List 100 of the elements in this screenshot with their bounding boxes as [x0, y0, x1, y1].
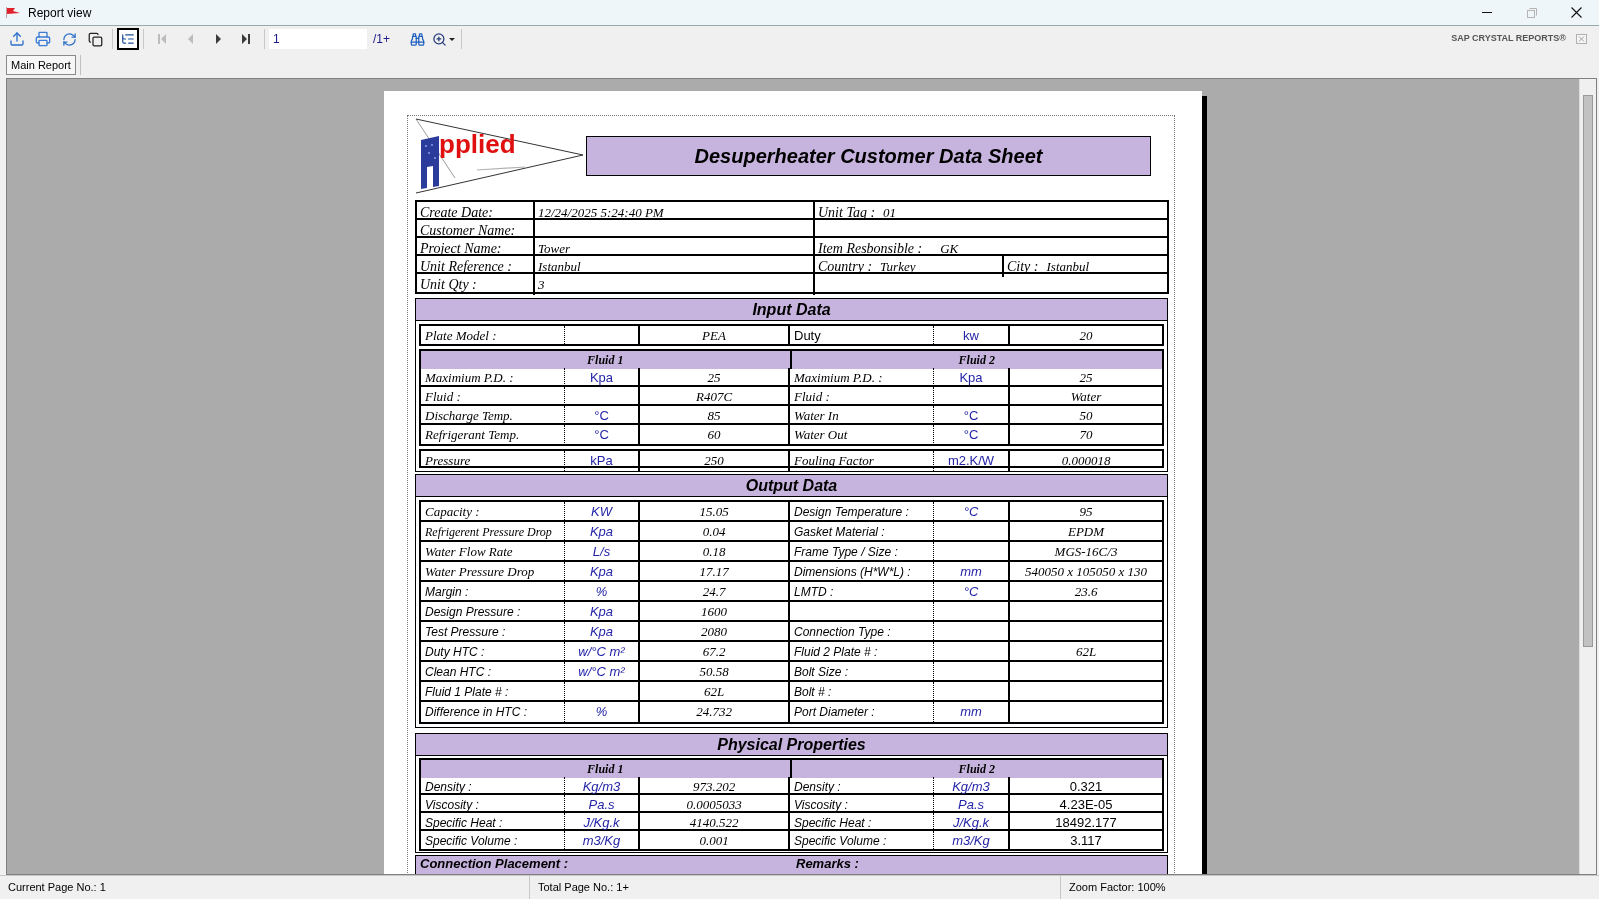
value-cell-text: Water [1069, 388, 1103, 406]
unit-cell: m3/Kg [565, 831, 640, 851]
label-cell: Project Name: [417, 238, 535, 259]
value-cell: 2080 [640, 622, 790, 642]
refresh-icon [61, 31, 77, 47]
value-cell-text: 62L [1074, 643, 1098, 661]
unit-cell: kPa [565, 451, 640, 471]
vertical-scrollbar[interactable] [1579, 79, 1596, 874]
value-cell: Istanbul [535, 256, 815, 277]
value-cell: 0.0005033 [640, 795, 790, 815]
label-cell: LMTD : [790, 582, 934, 602]
unit-cell: m3/Kg [934, 831, 1010, 851]
label-cell: Fluid 1 Plate # : [421, 682, 565, 702]
label-cell: Water Pressure Drop [421, 562, 565, 582]
label-cell: Unit Qty : [417, 274, 535, 295]
unit-cell: °C [934, 582, 1010, 602]
label-cell: Gasket Material : [790, 522, 934, 542]
section-heading: Connection Placement : [419, 856, 570, 873]
triangle-left-icon [187, 34, 193, 44]
value-cell: 50.58 [640, 662, 790, 682]
value-cell-text: MGS-16C/3 [1053, 543, 1119, 561]
report-tab[interactable]: Main Report [6, 55, 76, 75]
binoculars-icon [409, 31, 425, 47]
fluid-header: Fluid 1 [421, 351, 792, 369]
unit-cell: Kpa [565, 602, 640, 622]
value-cell: 17.17 [640, 562, 790, 582]
label-cell: Water Out [790, 425, 934, 445]
upload-icon [9, 31, 25, 47]
unit-cell: Kpa [934, 368, 1010, 388]
caret-icon [449, 37, 455, 41]
field-label: Item Resbonsible : [818, 240, 923, 258]
unit-cell: w/°C m² [565, 662, 640, 682]
label-cell: Frame Type / Size : [790, 542, 934, 562]
brand-label: SAP CRYSTAL REPORTS® [1451, 32, 1566, 46]
label-cell: Fluid 2 Plate # : [790, 642, 934, 662]
value-cell-text: EPDM [1066, 523, 1106, 541]
unit-cell: L/s [565, 542, 640, 562]
label-cell: Port Diameter : [790, 702, 934, 722]
skip-forward-icon [242, 34, 250, 44]
status-text: Current Page No.: 1 [8, 880, 106, 896]
value-cell: 250 [640, 451, 790, 471]
label-cell: Viscosity : [421, 795, 565, 815]
value-cell: 60 [640, 425, 790, 445]
label-cell: Maximium P.D. : [790, 368, 934, 388]
unit-cell: J/Kg.k [934, 813, 1010, 833]
unit-cell: w/°C m² [565, 642, 640, 662]
skip-back-icon [158, 34, 166, 44]
page-total: /1+ [373, 31, 390, 48]
label-cell: Connection Type : [790, 622, 934, 642]
unit-cell: °C [934, 502, 1010, 522]
unit-cell: J/Kg.k [565, 813, 640, 833]
value-cell: 85 [640, 406, 790, 426]
label-cell: Density : [790, 777, 934, 797]
value-cell: R407C [640, 387, 790, 407]
label-cell: Capacity : [421, 502, 565, 522]
unit-cell: mm [934, 702, 1010, 722]
page-number-field[interactable]: 1 [269, 29, 367, 49]
value-cell-text: 3.117 [1069, 832, 1103, 850]
value-cell: 67.2 [640, 642, 790, 662]
section-header: Physical Properties [416, 734, 1167, 756]
label-cell: Maximium P.D. : [421, 368, 565, 388]
value-cell-text: 50 [1078, 407, 1094, 425]
label-cell: Specific Volume : [421, 831, 565, 851]
pennant-logo-icon [415, 118, 585, 195]
value-cell-text: 18492.177 [1054, 814, 1118, 832]
fluid-header: Fluid 2 [791, 760, 1162, 778]
value-cell-text: 25 [1078, 369, 1094, 387]
printer-icon [35, 31, 51, 47]
value-cell: 15.05 [640, 502, 790, 522]
value-cell: 0.18 [640, 542, 790, 562]
label-cell: Design Pressure : [421, 602, 565, 622]
fluid-header: Fluid 1 [421, 760, 792, 778]
unit-cell: Kg/m3 [565, 777, 640, 797]
value-cell-text: 0.000018 [1060, 452, 1112, 470]
value-cell: 25 [640, 368, 790, 388]
label-cell: Pressure [421, 451, 565, 471]
magnifier-icon [432, 31, 447, 47]
group-tree-toggle[interactable] [117, 28, 139, 50]
label-cell: Design Temperature : [790, 502, 934, 522]
label-cell: Viscosity : [790, 795, 934, 815]
scrollbar-thumb[interactable] [1583, 95, 1593, 647]
fluid-header: Fluid 2 [791, 351, 1162, 369]
unit-cell: kw [934, 326, 1010, 346]
unit-cell: mm [934, 562, 1010, 582]
value-cell: Tower [535, 238, 815, 259]
unit-cell: °C [565, 406, 640, 426]
label-cell: Bolt Size : [790, 662, 934, 682]
label-cell: Fouling Factor [790, 451, 934, 471]
value-cell: 62L [640, 682, 790, 702]
unit-cell: % [565, 582, 640, 602]
label-cell: Unit Reference : [417, 256, 535, 277]
label-cell: Bolt # : [790, 682, 934, 702]
value-cell: 12/24/2025 5:24:40 PM [535, 202, 815, 223]
value-cell-text: 95 [1078, 503, 1094, 521]
label-cell: Margin : [421, 582, 565, 602]
label-cell: Refrigerent Pressure Drop [421, 522, 565, 542]
value-cell-text: 23.6 [1073, 583, 1099, 601]
label-cell: Plate Model : [421, 326, 565, 346]
label-cell: Dimensions (H*W*L) : [790, 562, 934, 582]
field-label: Country : [818, 258, 873, 276]
